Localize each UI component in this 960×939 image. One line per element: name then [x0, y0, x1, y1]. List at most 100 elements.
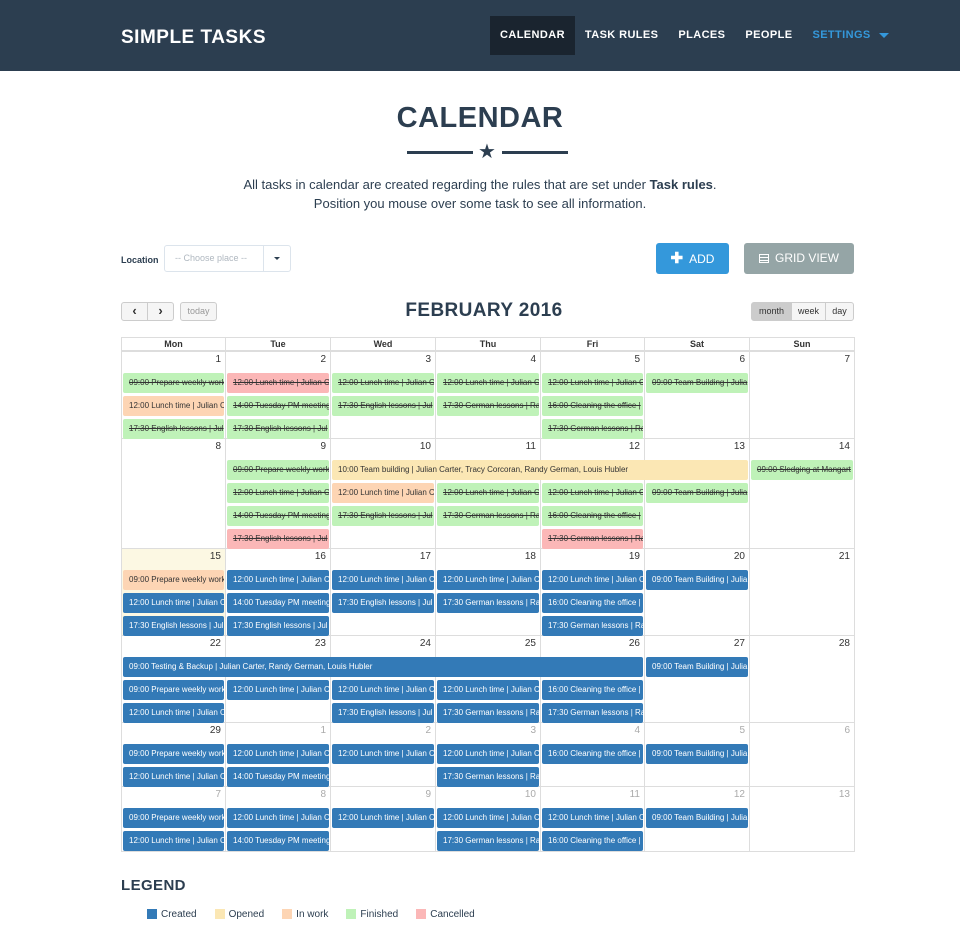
calendar-event[interactable]: 12:00 Lunch time | Julian C: [332, 744, 434, 764]
calendar-event[interactable]: 12:00 Lunch time | Julian C: [542, 570, 643, 590]
view-day-button[interactable]: day: [825, 302, 854, 321]
day-cell[interactable]: 7: [749, 351, 855, 439]
calendar-event[interactable]: 09:00 Team Building | Julia: [646, 657, 748, 677]
day-cell[interactable]: 17: [330, 548, 436, 636]
calendar-event[interactable]: 16:00 Cleaning the office |: [542, 593, 643, 613]
calendar-event[interactable]: 12:00 Lunch time | Julian C: [123, 593, 224, 613]
calendar-event[interactable]: 12:00 Lunch time | Julian C: [123, 767, 224, 787]
nav-task-rules[interactable]: TASK RULES: [575, 16, 668, 55]
task-rules-link[interactable]: Task rules: [650, 177, 713, 192]
calendar-event[interactable]: 17:30 German lessons | Ra: [542, 703, 643, 723]
nav-calendar[interactable]: CALENDAR: [490, 16, 575, 55]
calendar-event[interactable]: 12:00 Lunch time | Julian C: [227, 483, 329, 503]
calendar-event[interactable]: 09:00 Team Building | Julia: [646, 744, 748, 764]
day-cell[interactable]: 23: [225, 635, 331, 723]
brand-logo[interactable]: SIMPLE TASKS: [121, 27, 266, 49]
calendar-event[interactable]: 12:00 Lunch time | Julian C: [437, 808, 539, 828]
calendar-event[interactable]: 17:30 English lessons | Jul: [227, 529, 329, 549]
calendar-event[interactable]: 16:00 Cleaning the office |: [542, 680, 643, 700]
calendar-event[interactable]: 14:00 Tuesday PM meeting: [227, 593, 329, 613]
calendar-event[interactable]: 09:00 Prepare weekly work: [227, 460, 329, 480]
day-cell[interactable]: 18: [435, 548, 541, 636]
calendar-event[interactable]: 12:00 Lunch time | Julian C: [332, 373, 434, 393]
nav-settings-dropdown[interactable]: SETTINGS: [802, 16, 898, 55]
day-cell[interactable]: 28: [749, 635, 855, 723]
day-cell[interactable]: 20: [644, 548, 750, 636]
calendar-event[interactable]: 17:30 German lessons | Ra: [542, 529, 643, 549]
calendar-event[interactable]: 17:30 English lessons | Jul: [227, 419, 329, 439]
calendar-event[interactable]: 12:00 Lunch time | Julian C: [332, 570, 434, 590]
view-week-button[interactable]: week: [791, 302, 826, 321]
calendar-event[interactable]: 09:00 Testing & Backup | Julian Carter, …: [123, 657, 643, 677]
calendar-event[interactable]: 12:00 Lunch time | Julian C: [437, 373, 539, 393]
calendar-event[interactable]: 12:00 Lunch time | Julian C: [227, 373, 329, 393]
calendar-event[interactable]: 16:00 Cleaning the office |: [542, 396, 643, 416]
calendar-event[interactable]: 17:30 German lessons | Ra: [437, 831, 539, 851]
calendar-event[interactable]: 12:00 Lunch time | Julian C: [332, 808, 434, 828]
calendar-event[interactable]: 17:30 English lessons | Jul: [332, 593, 434, 613]
calendar-event[interactable]: 16:00 Cleaning the office |: [542, 506, 643, 526]
day-cell[interactable]: 6: [749, 722, 855, 787]
calendar-event[interactable]: 12:00 Lunch time | Julian C: [437, 680, 539, 700]
calendar-event[interactable]: 12:00 Lunch time | Julian C: [227, 680, 329, 700]
calendar-event[interactable]: 12:00 Lunch time | Julian C: [332, 680, 434, 700]
calendar-event[interactable]: 17:30 English lessons | Jul: [332, 506, 434, 526]
calendar-event[interactable]: 14:00 Tuesday PM meeting: [227, 767, 329, 787]
calendar-event[interactable]: 12:00 Lunch time | Julian C: [542, 808, 643, 828]
calendar-event[interactable]: 09:00 Team Building | Julia: [646, 570, 748, 590]
calendar-event[interactable]: 12:00 Lunch time | Julian C: [542, 483, 643, 503]
calendar-event[interactable]: 16:00 Cleaning the office |: [542, 831, 643, 851]
calendar-event[interactable]: 09:00 Sledging at Mangart: [751, 460, 853, 480]
calendar-event[interactable]: 12:00 Lunch time | Julian C: [123, 831, 224, 851]
calendar-event[interactable]: 17:30 German lessons | Ra: [437, 506, 539, 526]
calendar-event[interactable]: 12:00 Lunch time | Julian C: [437, 744, 539, 764]
calendar-event[interactable]: 17:30 English lessons | Jul: [123, 419, 224, 439]
add-button[interactable]: ✚ ADD: [656, 243, 729, 274]
location-select[interactable]: -- Choose place --: [164, 245, 291, 272]
view-month-button[interactable]: month: [751, 302, 792, 321]
calendar-event[interactable]: 17:30 German lessons | Ra: [437, 767, 539, 787]
calendar-event[interactable]: 17:30 German lessons | Ra: [542, 616, 643, 636]
calendar-event[interactable]: 09:00 Prepare weekly work: [123, 373, 224, 393]
calendar-event[interactable]: 17:30 English lessons | Jul: [332, 703, 434, 723]
calendar-event[interactable]: 17:30 German lessons | Ra: [437, 396, 539, 416]
calendar-event[interactable]: 09:00 Team Building | Julia: [646, 483, 748, 503]
calendar-event[interactable]: 12:00 Lunch time | Julian C: [123, 703, 224, 723]
calendar-event[interactable]: 09:00 Team Building | Julia: [646, 373, 748, 393]
nav-places[interactable]: PLACES: [668, 16, 735, 55]
chevron-down-icon[interactable]: [263, 246, 290, 271]
calendar-event[interactable]: 14:00 Tuesday PM meeting: [227, 831, 329, 851]
calendar-event[interactable]: 17:30 English lessons | Jul: [123, 616, 224, 636]
grid-view-button[interactable]: GRID VIEW: [744, 243, 854, 274]
calendar-event[interactable]: 12:00 Lunch time | Julian C: [437, 483, 539, 503]
day-cell[interactable]: 8: [121, 438, 226, 549]
day-cell[interactable]: 13: [749, 786, 855, 852]
calendar-event[interactable]: 12:00 Lunch time | Julian C: [332, 483, 434, 503]
day-cell[interactable]: 4: [435, 351, 541, 439]
calendar-event[interactable]: 10:00 Team building | Julian Carter, Tra…: [332, 460, 748, 480]
day-cell[interactable]: 27: [644, 635, 750, 723]
day-cell[interactable]: 14: [749, 438, 855, 549]
calendar-event[interactable]: 12:00 Lunch time | Julian C: [227, 808, 329, 828]
calendar-event[interactable]: 16:00 Cleaning the office |: [542, 744, 643, 764]
day-cell[interactable]: 3: [330, 351, 436, 439]
calendar-event[interactable]: 17:30 German lessons | Ra: [437, 703, 539, 723]
calendar-event[interactable]: 09:00 Prepare weekly work: [123, 680, 224, 700]
calendar-event[interactable]: 14:00 Tuesday PM meeting: [227, 396, 329, 416]
calendar-event[interactable]: 17:30 German lessons | Ra: [437, 593, 539, 613]
calendar-event[interactable]: 12:00 Lunch time | Julian C: [227, 570, 329, 590]
calendar-event[interactable]: 09:00 Team Building | Julia: [646, 808, 748, 828]
calendar-event[interactable]: 14:00 Tuesday PM meeting: [227, 506, 329, 526]
calendar-event[interactable]: 17:30 German lessons | Ra: [542, 419, 643, 439]
calendar-event[interactable]: 17:30 English lessons | Jul: [332, 396, 434, 416]
day-cell[interactable]: 21: [749, 548, 855, 636]
calendar-event[interactable]: 12:00 Lunch time | Julian C: [227, 744, 329, 764]
calendar-event[interactable]: 09:00 Prepare weekly work: [123, 808, 224, 828]
calendar-event[interactable]: 17:30 English lessons | Jul: [227, 616, 329, 636]
calendar-event[interactable]: 12:00 Lunch time | Julian C: [542, 373, 643, 393]
calendar-event[interactable]: 12:00 Lunch time | Julian C: [123, 396, 224, 416]
calendar-event[interactable]: 09:00 Prepare weekly work: [123, 744, 224, 764]
calendar-event[interactable]: 09:00 Prepare weekly work: [123, 570, 224, 590]
day-cell[interactable]: 6: [644, 351, 750, 439]
nav-people[interactable]: PEOPLE: [735, 16, 802, 55]
